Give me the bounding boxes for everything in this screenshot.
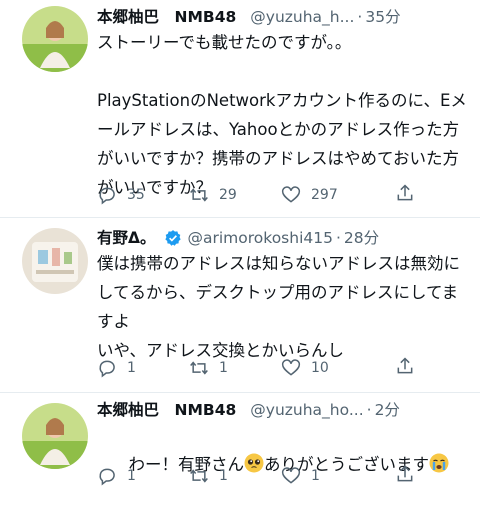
reply-icon xyxy=(99,360,115,378)
share-icon xyxy=(397,184,413,201)
timestamp[interactable]: 35分 xyxy=(365,6,400,28)
retweet-button[interactable]: 29 xyxy=(189,185,281,205)
user-handle[interactable]: @yuzuha_ho... xyxy=(250,399,363,421)
reply-icon xyxy=(99,187,115,205)
tweet[interactable]: 本郷柚巴 NMB48 @yuzuha_ho... · 2分 わー！有野さん ありが… xyxy=(0,393,480,486)
tweet-text: ストーリーでも載せたのですが。。 PlayStationのNetworkアカウン… xyxy=(97,33,467,197)
tweet[interactable]: 本郷柚巴 NMB48 @yuzuha_h... · 35分 ストーリーでも載せた… xyxy=(0,0,480,218)
like-count: 1 xyxy=(311,468,320,484)
timestamp[interactable]: 28分 xyxy=(344,227,379,249)
retweet-count: 1 xyxy=(219,360,228,376)
reply-count: 1 xyxy=(127,360,136,376)
reply-button[interactable]: 1 xyxy=(97,358,189,378)
retweet-icon xyxy=(190,188,208,202)
retweet-count: 29 xyxy=(219,187,237,203)
retweet-count: 1 xyxy=(219,468,228,484)
like-count: 297 xyxy=(311,187,338,203)
display-name[interactable]: 有野Δ。 xyxy=(97,227,156,249)
tweet[interactable]: 有野Δ。 @arimorokoshi415 · 28分 僕は携帯のアドレスは知ら… xyxy=(0,218,480,393)
share-button[interactable] xyxy=(395,183,415,207)
separator-dot: · xyxy=(357,8,363,26)
timestamp[interactable]: 2分 xyxy=(375,399,400,421)
tweet-text: 僕は携帯のアドレスは知らないアドレスは無効にしてるから、デスクトップ用のアドレス… xyxy=(97,254,460,360)
separator-dot: · xyxy=(366,401,372,419)
user-avatar[interactable] xyxy=(22,403,88,469)
display-name[interactable]: 本郷柚巴 NMB48 xyxy=(97,6,236,28)
share-icon xyxy=(397,357,413,374)
heart-icon xyxy=(281,186,301,203)
reply-count: 1 xyxy=(127,468,136,484)
like-count: 10 xyxy=(311,360,329,376)
reply-count: 35 xyxy=(127,187,145,203)
separator-dot: · xyxy=(335,229,341,247)
share-icon xyxy=(397,465,413,482)
user-avatar[interactable] xyxy=(22,6,88,72)
display-name[interactable]: 本郷柚巴 NMB48 xyxy=(97,399,236,421)
retweet-icon xyxy=(190,361,208,375)
heart-icon xyxy=(281,359,301,376)
share-button[interactable] xyxy=(395,356,415,380)
user-handle[interactable]: @yuzuha_h... xyxy=(250,6,354,28)
user-avatar[interactable] xyxy=(22,228,88,294)
like-button[interactable]: 10 xyxy=(281,358,373,378)
like-button[interactable]: 297 xyxy=(281,185,373,205)
retweet-button[interactable]: 1 xyxy=(189,358,281,378)
reply-button[interactable]: 35 xyxy=(97,185,189,205)
verified-badge-icon xyxy=(164,230,181,246)
user-handle[interactable]: @arimorokoshi415 xyxy=(188,227,333,249)
